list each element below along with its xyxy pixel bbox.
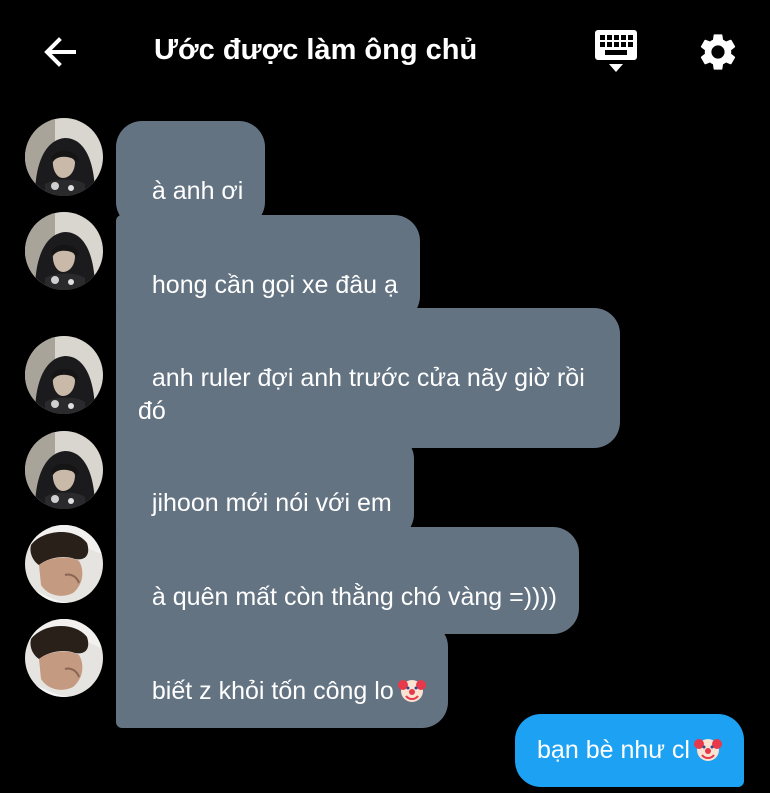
message-bubble-incoming[interactable]: anh ruler đợi anh trước cửa nãy giờ rồi … [116,308,620,448]
message-text: hong cần gọi xe đâu ạ [151,271,398,299]
message-text: jihoon mới nói với em [151,489,392,517]
message-bubble-incoming[interactable]: à anh ơi [116,121,266,228]
boy-avatar-image [25,525,103,603]
boy-avatar-image [25,619,103,697]
avatar-boy[interactable] [25,525,103,603]
gear-icon [700,34,736,70]
settings-button[interactable] [692,26,744,78]
message-bubble-incoming[interactable]: à quên mất còn thằng chó vàng =)))) [116,527,580,634]
hooded-person-avatar-image [25,118,103,196]
message-text: à quên mất còn thằng chó vàng =)))) [151,583,558,611]
message-text: anh ruler đợi anh trước cửa nãy giờ rồi … [138,364,585,425]
hooded-person-avatar-image [25,431,103,509]
message-bubble-incoming[interactable]: jihoon mới nói với em [116,433,414,540]
chat-header: Ước được làm ông chủ [0,0,770,100]
keyboard-button[interactable] [588,26,644,78]
hooded-person-avatar-image [25,212,103,290]
clown-emoji-icon [397,680,426,702]
avatar-hooded[interactable] [25,212,103,290]
message-text: bạn bè như cl [537,736,690,764]
hooded-person-avatar-image [25,336,103,414]
avatar-boy[interactable] [25,619,103,697]
chat-title: Ước được làm ông chủ [154,34,478,66]
message-bubble-incoming[interactable]: biết z khỏi tốn công lo [116,621,448,728]
message-text: biết z khỏi tốn công lo [151,677,394,705]
arrow-left-icon [44,37,76,67]
avatar-hooded[interactable] [25,431,103,509]
message-bubble-outgoing[interactable]: bạn bè như cl [515,714,744,787]
avatar-hooded[interactable] [25,118,103,196]
keyboard-icon [595,30,637,72]
message-bubble-incoming[interactable]: hong cần gọi xe đâu ạ [116,215,420,322]
back-button[interactable] [36,28,84,76]
avatar-hooded[interactable] [25,336,103,414]
message-text: à anh ơi [151,177,244,205]
clown-emoji-icon [694,739,722,761]
